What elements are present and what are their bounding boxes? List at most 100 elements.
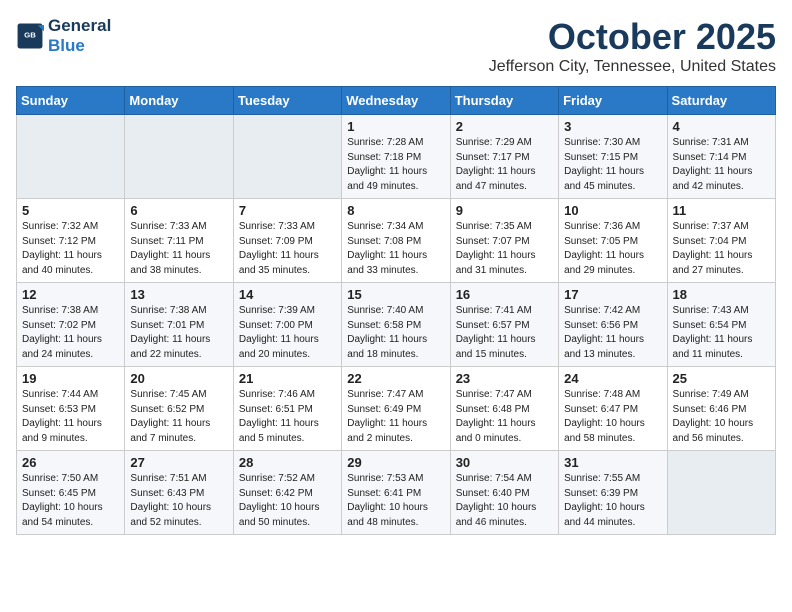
calendar-cell: 1 Sunrise: 7:28 AM Sunset: 7:18 PM Daylig… — [342, 115, 450, 199]
weekday-header: Thursday — [450, 87, 558, 115]
calendar-cell: 15 Sunrise: 7:40 AM Sunset: 6:58 PM Dayli… — [342, 283, 450, 367]
calendar-cell: 5 Sunrise: 7:32 AM Sunset: 7:12 PM Daylig… — [17, 199, 125, 283]
logo-text-block: General Blue — [48, 16, 111, 55]
day-number: 23 — [456, 371, 553, 386]
calendar-header: SundayMondayTuesdayWednesdayThursdayFrid… — [17, 87, 776, 115]
calendar-cell: 10 Sunrise: 7:36 AM Sunset: 7:05 PM Dayli… — [559, 199, 667, 283]
day-number: 26 — [22, 455, 119, 470]
day-info: Sunrise: 7:38 AM Sunset: 7:01 PM Dayligh… — [130, 304, 227, 362]
weekday-header: Monday — [125, 87, 233, 115]
day-number: 30 — [456, 455, 553, 470]
calendar-cell: 8 Sunrise: 7:34 AM Sunset: 7:08 PM Daylig… — [342, 199, 450, 283]
weekday-header: Saturday — [667, 87, 775, 115]
calendar-cell: 6 Sunrise: 7:33 AM Sunset: 7:11 PM Daylig… — [125, 199, 233, 283]
calendar-cell — [125, 115, 233, 199]
calendar-cell: 4 Sunrise: 7:31 AM Sunset: 7:14 PM Daylig… — [667, 115, 775, 199]
day-number: 1 — [347, 119, 444, 134]
day-info: Sunrise: 7:52 AM Sunset: 6:42 PM Dayligh… — [239, 472, 336, 530]
calendar-week-row: 19 Sunrise: 7:44 AM Sunset: 6:53 PM Dayli… — [17, 367, 776, 451]
day-info: Sunrise: 7:50 AM Sunset: 6:45 PM Dayligh… — [22, 472, 119, 530]
day-info: Sunrise: 7:36 AM Sunset: 7:05 PM Dayligh… — [564, 220, 661, 278]
calendar-cell: 3 Sunrise: 7:30 AM Sunset: 7:15 PM Daylig… — [559, 115, 667, 199]
calendar-cell — [233, 115, 341, 199]
day-number: 11 — [673, 203, 770, 218]
day-info: Sunrise: 7:35 AM Sunset: 7:07 PM Dayligh… — [456, 220, 553, 278]
calendar-title: October 2025 — [489, 16, 776, 58]
day-info: Sunrise: 7:54 AM Sunset: 6:40 PM Dayligh… — [456, 472, 553, 530]
day-number: 4 — [673, 119, 770, 134]
day-info: Sunrise: 7:37 AM Sunset: 7:04 PM Dayligh… — [673, 220, 770, 278]
day-number: 6 — [130, 203, 227, 218]
day-number: 19 — [22, 371, 119, 386]
day-info: Sunrise: 7:44 AM Sunset: 6:53 PM Dayligh… — [22, 388, 119, 446]
day-number: 16 — [456, 287, 553, 302]
calendar-week-row: 5 Sunrise: 7:32 AM Sunset: 7:12 PM Daylig… — [17, 199, 776, 283]
day-number: 15 — [347, 287, 444, 302]
title-block: October 2025 Jefferson City, Tennessee, … — [489, 16, 776, 76]
calendar-body: 1 Sunrise: 7:28 AM Sunset: 7:18 PM Daylig… — [17, 115, 776, 535]
day-number: 2 — [456, 119, 553, 134]
calendar-cell: 7Sunrise: 7:33 AM Sunset: 7:09 PM Daylig… — [233, 199, 341, 283]
day-number: 18 — [673, 287, 770, 302]
logo-general: General — [48, 16, 111, 36]
day-number: 3 — [564, 119, 661, 134]
day-info: Sunrise: 7:38 AM Sunset: 7:02 PM Dayligh… — [22, 304, 119, 362]
calendar-cell: 13Sunrise: 7:38 AM Sunset: 7:01 PM Dayli… — [125, 283, 233, 367]
day-number: 27 — [130, 455, 227, 470]
calendar-cell: 30 Sunrise: 7:54 AM Sunset: 6:40 PM Dayli… — [450, 451, 558, 535]
day-info: Sunrise: 7:34 AM Sunset: 7:08 PM Dayligh… — [347, 220, 444, 278]
day-number: 12 — [22, 287, 119, 302]
calendar-cell: 16 Sunrise: 7:41 AM Sunset: 6:57 PM Dayli… — [450, 283, 558, 367]
weekday-header: Wednesday — [342, 87, 450, 115]
logo: GB General Blue — [16, 16, 111, 55]
day-info: Sunrise: 7:49 AM Sunset: 6:46 PM Dayligh… — [673, 388, 770, 446]
day-number: 10 — [564, 203, 661, 218]
calendar-cell: 11 Sunrise: 7:37 AM Sunset: 7:04 PM Dayli… — [667, 199, 775, 283]
day-number: 8 — [347, 203, 444, 218]
day-info: Sunrise: 7:51 AM Sunset: 6:43 PM Dayligh… — [130, 472, 227, 530]
day-info: Sunrise: 7:55 AM Sunset: 6:39 PM Dayligh… — [564, 472, 661, 530]
day-info: Sunrise: 7:47 AM Sunset: 6:49 PM Dayligh… — [347, 388, 444, 446]
day-info: Sunrise: 7:40 AM Sunset: 6:58 PM Dayligh… — [347, 304, 444, 362]
day-info: Sunrise: 7:31 AM Sunset: 7:14 PM Dayligh… — [673, 136, 770, 194]
weekday-header: Tuesday — [233, 87, 341, 115]
page-header: GB General Blue October 2025 Jefferson C… — [16, 16, 776, 76]
day-info: Sunrise: 7:28 AM Sunset: 7:18 PM Dayligh… — [347, 136, 444, 194]
calendar-cell: 26 Sunrise: 7:50 AM Sunset: 6:45 PM Dayli… — [17, 451, 125, 535]
calendar-cell: 20Sunrise: 7:45 AM Sunset: 6:52 PM Dayli… — [125, 367, 233, 451]
day-number: 25 — [673, 371, 770, 386]
day-info: Sunrise: 7:43 AM Sunset: 6:54 PM Dayligh… — [673, 304, 770, 362]
calendar-cell: 28 Sunrise: 7:52 AM Sunset: 6:42 PM Dayli… — [233, 451, 341, 535]
day-number: 28 — [239, 455, 336, 470]
logo-blue: Blue — [48, 36, 111, 56]
day-info: Sunrise: 7:41 AM Sunset: 6:57 PM Dayligh… — [456, 304, 553, 362]
day-number: 7 — [239, 203, 336, 218]
day-info: Sunrise: 7:33 AM Sunset: 7:11 PM Dayligh… — [130, 220, 227, 278]
day-info: Sunrise: 7:29 AM Sunset: 7:17 PM Dayligh… — [456, 136, 553, 194]
day-number: 9 — [456, 203, 553, 218]
day-number: 21 — [239, 371, 336, 386]
calendar-cell: 22Sunrise: 7:47 AM Sunset: 6:49 PM Dayli… — [342, 367, 450, 451]
calendar-cell: 31 Sunrise: 7:55 AM Sunset: 6:39 PM Dayli… — [559, 451, 667, 535]
svg-text:GB: GB — [24, 30, 36, 39]
calendar-subtitle: Jefferson City, Tennessee, United States — [489, 58, 776, 76]
day-number: 31 — [564, 455, 661, 470]
day-number: 5 — [22, 203, 119, 218]
day-info: Sunrise: 7:53 AM Sunset: 6:41 PM Dayligh… — [347, 472, 444, 530]
calendar-cell: 24Sunrise: 7:48 AM Sunset: 6:47 PM Dayli… — [559, 367, 667, 451]
calendar-table: SundayMondayTuesdayWednesdayThursdayFrid… — [16, 86, 776, 535]
calendar-cell: 21Sunrise: 7:46 AM Sunset: 6:51 PM Dayli… — [233, 367, 341, 451]
calendar-cell: 23 Sunrise: 7:47 AM Sunset: 6:48 PM Dayli… — [450, 367, 558, 451]
calendar-cell — [17, 115, 125, 199]
calendar-cell — [667, 451, 775, 535]
calendar-cell: 18 Sunrise: 7:43 AM Sunset: 6:54 PM Dayli… — [667, 283, 775, 367]
day-number: 24 — [564, 371, 661, 386]
day-info: Sunrise: 7:32 AM Sunset: 7:12 PM Dayligh… — [22, 220, 119, 278]
calendar-week-row: 12 Sunrise: 7:38 AM Sunset: 7:02 PM Dayli… — [17, 283, 776, 367]
calendar-cell: 29Sunrise: 7:53 AM Sunset: 6:41 PM Dayli… — [342, 451, 450, 535]
calendar-cell: 14Sunrise: 7:39 AM Sunset: 7:00 PM Dayli… — [233, 283, 341, 367]
day-info: Sunrise: 7:47 AM Sunset: 6:48 PM Dayligh… — [456, 388, 553, 446]
day-info: Sunrise: 7:45 AM Sunset: 6:52 PM Dayligh… — [130, 388, 227, 446]
day-info: Sunrise: 7:30 AM Sunset: 7:15 PM Dayligh… — [564, 136, 661, 194]
calendar-week-row: 1 Sunrise: 7:28 AM Sunset: 7:18 PM Daylig… — [17, 115, 776, 199]
